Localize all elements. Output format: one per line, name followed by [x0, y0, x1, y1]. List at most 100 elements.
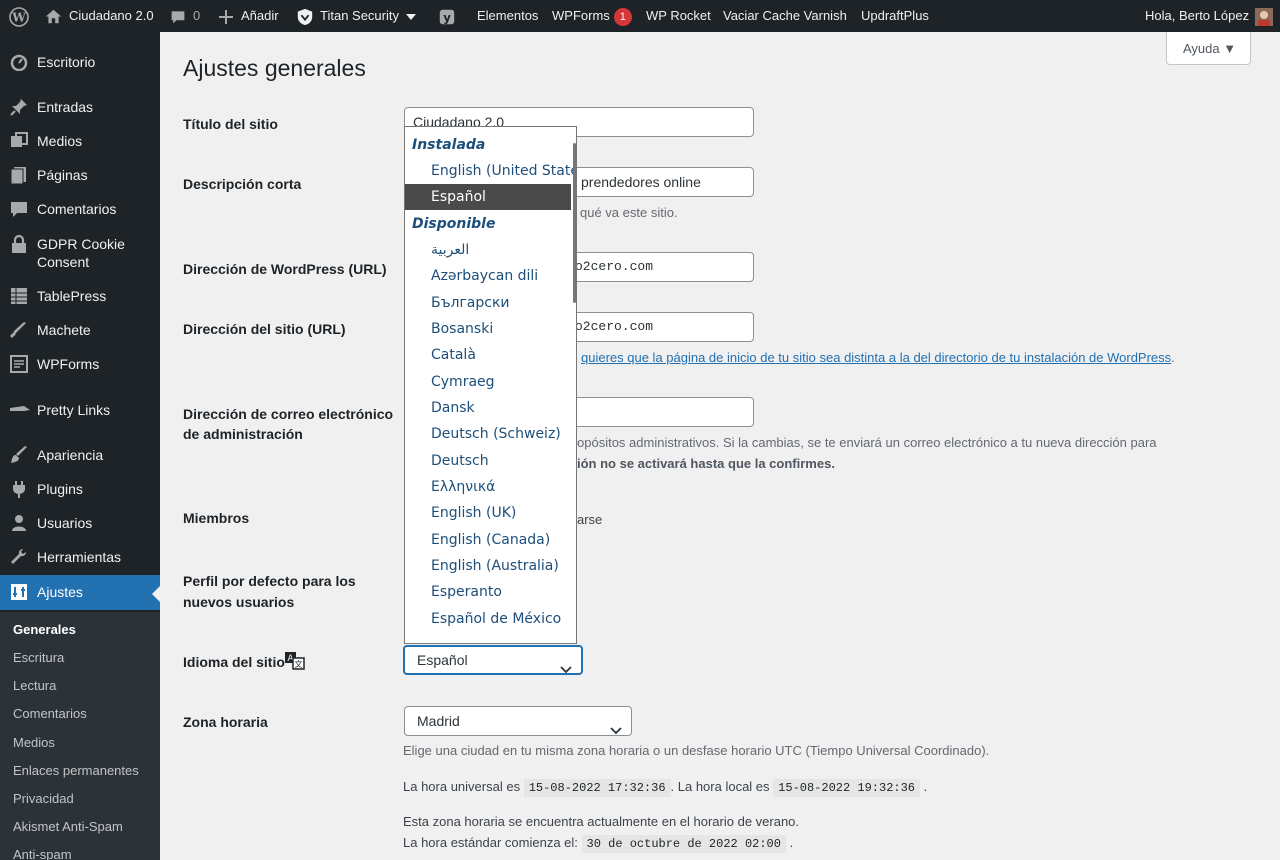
submenu-enlaces-permanentes[interactable]: Enlaces permanentes [13, 762, 139, 780]
language-option[interactable]: Deutsch (Schweiz) [405, 421, 571, 447]
submenu-generales[interactable]: Generales [13, 621, 76, 639]
wordpress-logo-icon[interactable]: W [9, 0, 29, 32]
user-greeting[interactable]: Hola, Berto López [1145, 0, 1249, 32]
brush-icon [10, 446, 28, 464]
svg-text:文: 文 [295, 659, 303, 669]
lock-icon [10, 234, 28, 253]
submenu-privacidad[interactable]: Privacidad [13, 790, 74, 808]
timezone-select[interactable]: Madrid [404, 706, 632, 736]
sidebar-item-label: Medios [37, 133, 83, 149]
submenu-comentarios[interactable]: Comentarios [13, 705, 87, 723]
local-time: 15-08-2022 19:32:36 [773, 779, 920, 797]
site-title-label: Título del sitio [183, 116, 278, 132]
wpforms-label: WPForms [552, 8, 610, 23]
language-option-selected[interactable]: Español [405, 184, 571, 210]
site-url-help-link[interactable]: quieres que la página de inicio de tu si… [581, 350, 1171, 365]
std-time-info: La hora estándar comienza el: 30 de octu… [403, 835, 794, 853]
sidebar-item-wpforms[interactable]: WPForms [0, 355, 160, 373]
sidebar-item-tablepress[interactable]: TablePress [0, 287, 160, 305]
sidebar-item-label: Plugins [37, 481, 83, 497]
site-name-link[interactable]: Ciudadano 2.0 [69, 0, 154, 32]
wp-url-label: Dirección de WordPress (URL) [183, 261, 387, 277]
language-option[interactable]: English (Canada) [405, 527, 571, 553]
wpforms-link[interactable]: WPForms 1 [552, 0, 632, 32]
dropdown-scrollbar-thumb[interactable] [573, 143, 576, 303]
comments-icon[interactable] [170, 0, 186, 32]
admin-email-label-line2: de administración [183, 426, 303, 442]
sidebar-item-paginas[interactable]: Páginas [0, 166, 160, 185]
sidebar-item-ajustes[interactable]: Ajustes [0, 575, 160, 610]
plus-icon [219, 0, 233, 32]
membership-text: arse [577, 512, 603, 527]
titan-security-menu[interactable]: Titan Security [320, 0, 399, 32]
language-option[interactable]: Azərbaycan dili [405, 263, 571, 289]
sidebar-item-herramientas[interactable]: Herramientas [0, 548, 160, 566]
pin-icon [10, 98, 28, 116]
submenu-medios[interactable]: Medios [13, 734, 55, 752]
sidebar-item-apariencia[interactable]: Apariencia [0, 446, 160, 464]
add-new-link[interactable]: Añadir [241, 0, 279, 32]
varnish-link[interactable]: Vaciar Cache Varnish [723, 0, 847, 32]
language-option[interactable]: Ελληνικά [405, 474, 571, 500]
sidebar-item-pretty-links[interactable]: Pretty Links [0, 401, 160, 419]
sidebar-item-machete[interactable]: Machete [0, 321, 160, 339]
sidebar-item-medios[interactable]: Medios [0, 132, 160, 150]
help-tab-button[interactable]: Ayuda ▼ [1166, 32, 1251, 65]
language-option[interactable]: Català [405, 342, 571, 368]
wp-rocket-link[interactable]: WP Rocket [646, 0, 711, 32]
sidebar-item-label: Usuarios [37, 515, 93, 531]
sidebar-item-label: Apariencia [37, 447, 104, 463]
dropdown-scrollbar[interactable] [571, 127, 576, 643]
site-url-label: Dirección del sitio (URL) [183, 321, 346, 337]
language-dropdown-list[interactable]: Instalada English (United States) Españo… [404, 126, 577, 644]
sidebar-item-label: Machete [37, 322, 91, 338]
language-option[interactable]: Bosanski [405, 316, 571, 342]
language-option[interactable]: Deutsch [405, 448, 571, 474]
notification-badge: 1 [613, 7, 632, 26]
language-option[interactable]: Dansk [405, 395, 571, 421]
dst-notice: Esta zona horaria se encuentra actualmen… [403, 814, 800, 829]
caret-down-icon[interactable] [406, 0, 416, 32]
users-icon [10, 514, 28, 532]
std-prefix: La hora estándar comienza el: [403, 835, 578, 850]
language-option[interactable]: English (United States) [405, 158, 576, 184]
sidebar-item-escritorio[interactable]: Escritorio [0, 53, 160, 72]
comments-count[interactable]: 0 [193, 0, 200, 32]
chevron-down-icon [560, 656, 572, 682]
submenu-anti-spam[interactable]: Anti-spam [13, 846, 72, 860]
sidebar-item-comentarios[interactable]: Comentarios [0, 200, 160, 218]
sidebar-item-usuarios[interactable]: Usuarios [0, 514, 160, 532]
timezone-label: Zona horaria [183, 714, 268, 730]
avatar[interactable] [1255, 7, 1273, 26]
current-menu-arrow [152, 586, 160, 602]
sidebar-item-gdpr[interactable]: GDPR Cookie Consent [0, 234, 160, 271]
sidebar-item-label: GDPR Cookie Consent [37, 236, 125, 270]
sidebar-item-label: TablePress [37, 288, 107, 304]
svg-text:W: W [11, 10, 26, 24]
language-option[interactable]: Esperanto [405, 579, 571, 605]
language-option[interactable]: English (Australia) [405, 553, 571, 579]
updraftplus-link[interactable]: UpdraftPlus [861, 0, 929, 32]
forms-icon [10, 355, 28, 373]
yoast-icon[interactable]: y [438, 0, 456, 32]
sidebar-item-label: Ajustes [37, 584, 83, 600]
submenu-akismet[interactable]: Akismet Anti-Spam [13, 818, 123, 836]
sidebar-item-plugins[interactable]: Plugins [0, 480, 160, 498]
submenu-escritura[interactable]: Escritura [13, 649, 64, 667]
language-option[interactable]: English (UK) [405, 500, 571, 526]
language-option[interactable]: Български [405, 290, 571, 316]
elementos-link[interactable]: Elementos [477, 0, 538, 32]
language-option[interactable]: العربية [405, 237, 571, 263]
submenu-lectura[interactable]: Lectura [13, 677, 56, 695]
site-language-select[interactable]: Español [403, 645, 583, 675]
sidebar-item-entradas[interactable]: Entradas [0, 98, 160, 116]
home-icon[interactable] [45, 0, 62, 32]
utc-time: 15-08-2022 17:32:36 [523, 779, 671, 797]
site-url-description: quieres que la página de inicio de tu si… [581, 350, 1175, 365]
language-option[interactable]: Cymraeg [405, 369, 571, 395]
translation-icon: A文 [285, 652, 305, 673]
optgroup-installed: Instalada [412, 137, 486, 153]
admin-email-notice: ión no se activará hasta que la confirme… [577, 456, 835, 471]
comments-icon [10, 200, 28, 218]
language-option[interactable]: Español de México [405, 606, 571, 632]
